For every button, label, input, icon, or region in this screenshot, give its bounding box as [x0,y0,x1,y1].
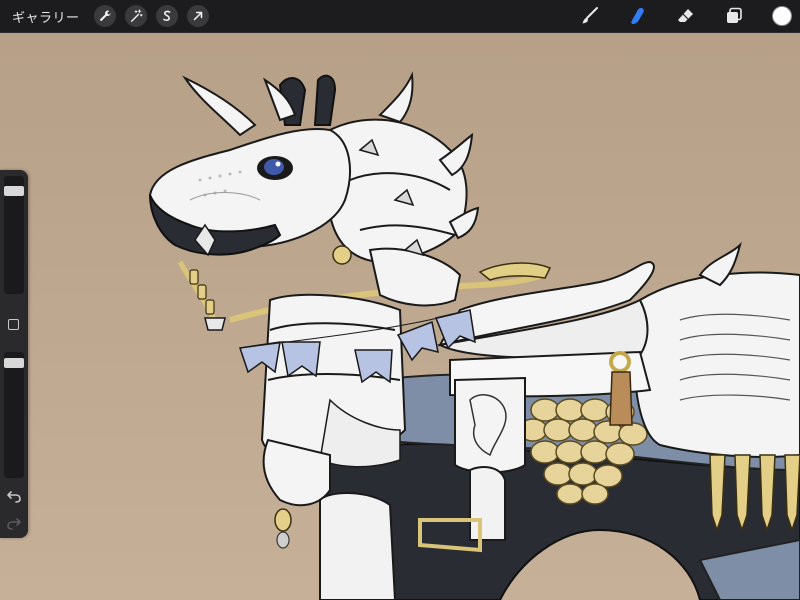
selection-s-icon [162,10,170,22]
paint-tools [554,0,800,32]
opacity-slider[interactable] [4,352,24,478]
selection-button[interactable] [155,5,178,27]
undo-icon[interactable] [6,488,22,504]
brush-size-thumb[interactable] [4,186,24,196]
opacity-thumb[interactable] [4,358,24,368]
modify-button[interactable] [8,319,19,330]
left-sidebar [0,170,28,538]
transform-button[interactable] [186,5,209,27]
brush-icon [582,7,598,24]
smudge-tool-button[interactable] [626,4,650,28]
layers-icon [727,7,742,23]
gallery-button[interactable]: ギャラリー [12,7,80,26]
adjustments-button[interactable] [124,5,147,27]
armored-horse-artwork [0,33,800,600]
magic-wand-icon [130,9,143,22]
wrench-icon [99,10,111,22]
eraser-icon [678,9,693,22]
top-toolbar: ギャラリー [0,0,800,33]
color-picker-button[interactable] [772,6,792,26]
eraser-tool-button[interactable] [674,4,698,28]
drawing-canvas[interactable] [0,33,800,600]
layers-button[interactable] [722,4,746,28]
brush-size-slider[interactable] [4,176,24,294]
brush-tool-button[interactable] [578,4,602,28]
actions-button[interactable] [93,5,116,27]
redo-icon[interactable] [6,515,22,531]
smudge-finger-icon [631,8,644,25]
arrow-cursor-icon [193,11,202,21]
